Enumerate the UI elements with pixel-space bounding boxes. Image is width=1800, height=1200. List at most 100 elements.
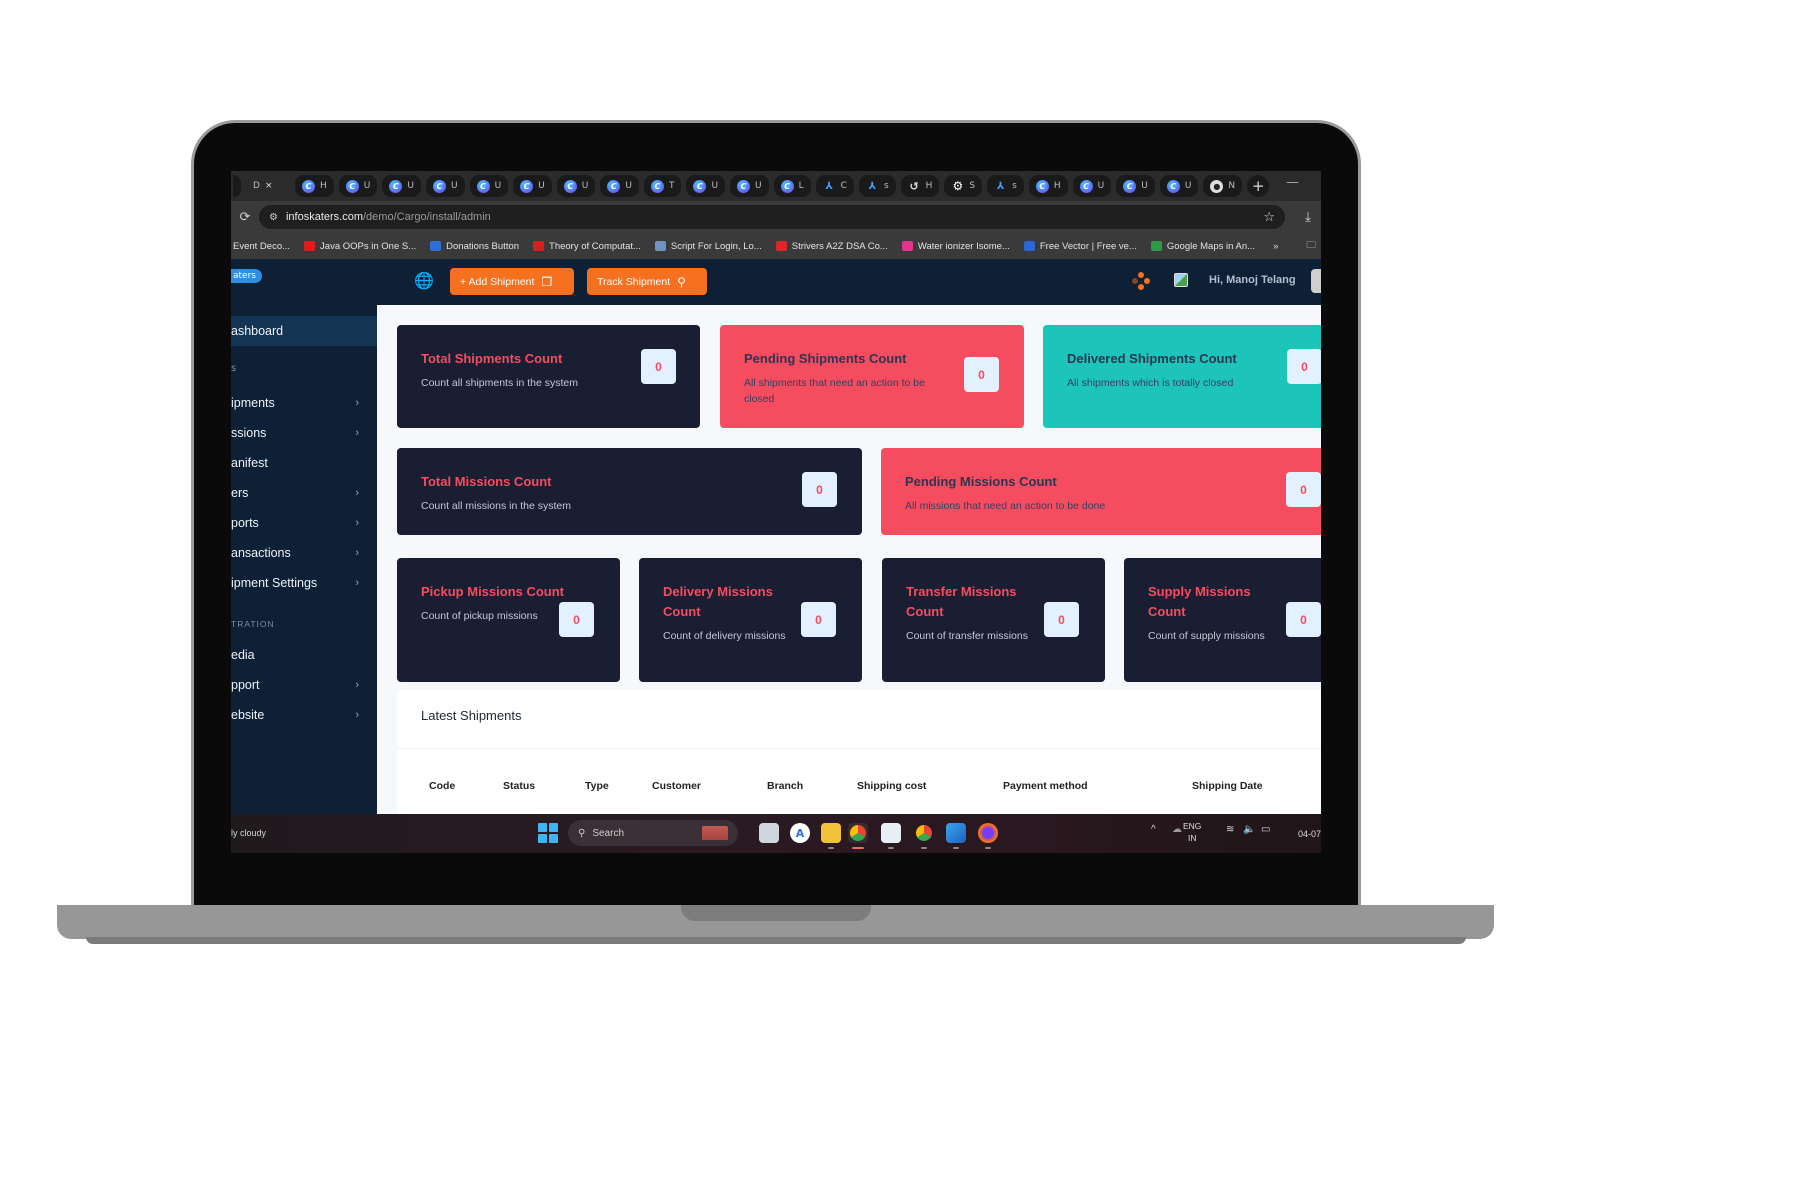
- wifi-icon[interactable]: ≋: [1226, 824, 1234, 835]
- site-info-icon[interactable]: ⚙: [269, 212, 278, 223]
- browser-tab[interactable]: CU: [1116, 175, 1155, 197]
- weather-widget[interactable]: ly cloudy: [231, 828, 266, 838]
- all-bookmarks-button[interactable]: 🗀All: [1306, 238, 1321, 254]
- sidebar-item[interactable]: ipments ›: [231, 390, 377, 416]
- table-column-header[interactable]: Shipping cost: [857, 780, 926, 792]
- windows-start-icon[interactable]: [538, 823, 558, 843]
- browser-tab[interactable]: CU: [1159, 175, 1199, 197]
- battery-icon[interactable]: ▭: [1261, 824, 1270, 835]
- bookmark-item[interactable]: Strivers A2Z DSA Co...: [775, 241, 888, 252]
- sidebar-item[interactable]: ports ›: [231, 510, 377, 536]
- volume-icon[interactable]: 🔈: [1243, 824, 1255, 835]
- browser-tab[interactable]: CH: [1028, 175, 1068, 197]
- bookmark-item[interactable]: Script For Login, Lo...: [654, 241, 762, 252]
- download-icon[interactable]: ⤓: [1295, 210, 1321, 225]
- mail-app-icon[interactable]: [881, 823, 901, 843]
- file-explorer-icon[interactable]: [821, 823, 841, 843]
- browser-tab[interactable]: ⅄ s: [987, 175, 1024, 197]
- browser-tab[interactable]: CU: [338, 175, 378, 197]
- sidebar: ashboard ipments › ssions › anifest ers › ports ›…: [231, 305, 377, 814]
- sidebar-item[interactable]: anifest: [231, 450, 377, 476]
- sidebar-item[interactable]: ansactions ›: [231, 540, 377, 566]
- browser-tab[interactable]: CU: [382, 175, 421, 197]
- browser-tab[interactable]: CU: [730, 175, 769, 197]
- stat-card[interactable]: Delivered Shipments Count All shipments w…: [1043, 325, 1321, 428]
- browser-tab[interactable]: ↺ H: [900, 175, 940, 197]
- taskbar-clock[interactable]: 04-07: [1298, 829, 1321, 839]
- browser-tab[interactable]: [233, 175, 241, 197]
- stat-card[interactable]: Supply Missions Count Count of supply mis…: [1124, 558, 1321, 682]
- table-column-header[interactable]: Branch: [767, 780, 803, 792]
- sidebar-item[interactable]: ebsite ›: [231, 702, 377, 728]
- user-avatar[interactable]: [1311, 269, 1321, 293]
- apps-grid-icon[interactable]: [1132, 272, 1150, 290]
- sidebar-item[interactable]: ers ›: [231, 480, 377, 506]
- chevron-right-icon: ›: [355, 709, 359, 721]
- stat-card[interactable]: Pickup Missions Count Count of pickup mis…: [397, 558, 620, 682]
- chrome-icon[interactable]: [914, 823, 934, 843]
- browser-tab[interactable]: ⅄ s: [858, 175, 896, 197]
- stat-card[interactable]: Pending Shipments Count All shipments tha…: [720, 325, 1024, 428]
- browser-tab[interactable]: CU: [469, 175, 509, 197]
- table-column-header[interactable]: Shipping Date: [1192, 780, 1263, 792]
- bookmark-item[interactable]: Water ionizer Isome...: [901, 241, 1010, 252]
- table-column-header[interactable]: Code: [429, 780, 455, 792]
- track-shipment-button[interactable]: Track Shipment ⚲: [587, 268, 707, 295]
- stat-card[interactable]: Pending Missions Count All missions that …: [881, 448, 1321, 535]
- table-column-header[interactable]: Status: [503, 780, 535, 792]
- stat-card[interactable]: Total Missions Count Count all missions i…: [397, 448, 862, 535]
- browser-tab[interactable]: CT: [643, 175, 682, 197]
- sidebar-item[interactable]: edia: [231, 642, 377, 668]
- stat-card[interactable]: Total Shipments Count Count all shipments…: [397, 325, 700, 428]
- bookmark-item[interactable]: Google Maps in An...: [1150, 241, 1255, 252]
- browser-tab[interactable]: CU: [556, 175, 596, 197]
- browser-tab[interactable]: CU: [600, 175, 639, 197]
- bookmarks-overflow-button[interactable]: »: [1273, 241, 1278, 252]
- firefox-icon[interactable]: [978, 823, 998, 843]
- app-store-icon[interactable]: A: [790, 823, 810, 843]
- bookmark-star-icon[interactable]: ☆: [1263, 210, 1275, 225]
- app-logo[interactable]: aters: [231, 269, 262, 283]
- bookmark-item[interactable]: Event Deco...: [233, 241, 290, 252]
- stat-card[interactable]: Delivery Missions Count Count of delivery…: [639, 558, 862, 682]
- sidebar-item[interactable]: ipment Settings ›: [231, 570, 377, 596]
- table-column-header[interactable]: Customer: [652, 780, 701, 792]
- onedrive-offline-icon[interactable]: ☁: [1172, 824, 1182, 835]
- tray-overflow-chevron[interactable]: ^: [1151, 824, 1156, 835]
- photos-icon[interactable]: [946, 823, 966, 843]
- sidebar-item[interactable]: ashboard: [231, 316, 377, 346]
- browser-tab[interactable]: CL: [773, 175, 811, 197]
- browser-tab[interactable]: CU: [1072, 175, 1112, 197]
- reload-icon[interactable]: ⟳: [231, 210, 259, 225]
- user-greeting[interactable]: Hi, Manoj Telang: [1209, 274, 1296, 286]
- browser-tab[interactable]: D ×: [246, 175, 290, 197]
- bookmark-item[interactable]: Free Vector | Free ve...: [1023, 241, 1137, 252]
- browser-tab[interactable]: ⚙ S: [944, 175, 983, 197]
- bookmark-item[interactable]: Java OOPs in One S...: [304, 241, 416, 252]
- url-omnibox[interactable]: ⚙ infoskaters.com /demo/Cargo/install/ad…: [259, 205, 1285, 229]
- sidebar-item[interactable]: pport ›: [231, 672, 377, 698]
- browser-tab[interactable]: CU: [513, 175, 552, 197]
- bookmark-item[interactable]: Donations Button: [430, 241, 519, 252]
- table-column-header[interactable]: Payment method: [1003, 780, 1088, 792]
- stat-card[interactable]: Transfer Missions Count Count of transfer…: [882, 558, 1105, 682]
- globe-language-icon[interactable]: 🌐: [414, 271, 434, 291]
- chrome-profile-1-icon[interactable]: [848, 823, 868, 843]
- sidebar-item[interactable]: ssions ›: [231, 420, 377, 446]
- language-indicator[interactable]: ENG IN: [1183, 820, 1201, 844]
- browser-tab[interactable]: ● N: [1203, 175, 1243, 197]
- task-view-icon[interactable]: [759, 823, 779, 843]
- browser-tab[interactable]: CU: [686, 175, 726, 197]
- bookmark-label: Theory of Computat...: [549, 240, 641, 252]
- window-minimize-button[interactable]: —: [1286, 175, 1299, 190]
- new-tab-button[interactable]: +: [1247, 175, 1270, 197]
- broken-image-icon[interactable]: [1174, 273, 1188, 287]
- add-shipment-button[interactable]: + Add Shipment ❒: [450, 268, 574, 295]
- taskbar-search[interactable]: ⚲ Search: [568, 820, 738, 846]
- close-tab-icon[interactable]: ×: [265, 181, 273, 191]
- browser-tab[interactable]: CU: [425, 175, 465, 197]
- bookmark-item[interactable]: Theory of Computat...: [533, 241, 641, 252]
- browser-tab[interactable]: CH: [295, 175, 334, 197]
- browser-tab[interactable]: ⅄ C: [815, 175, 854, 197]
- table-column-header[interactable]: Type: [585, 780, 609, 792]
